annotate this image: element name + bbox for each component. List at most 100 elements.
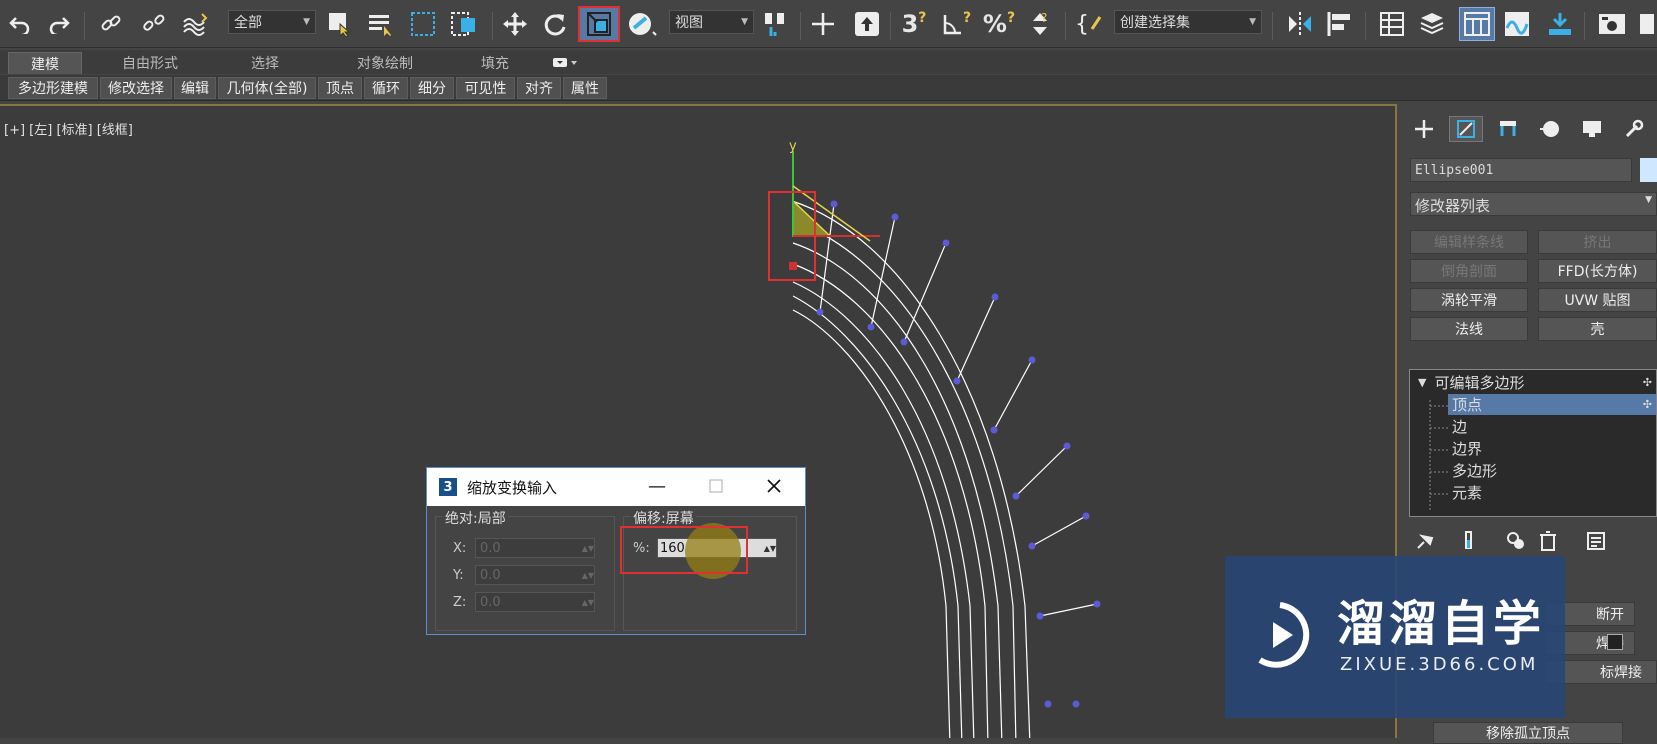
svg-text:?: ? xyxy=(1041,11,1047,25)
undo-icon[interactable] xyxy=(6,10,34,38)
snap-3d-icon[interactable]: 3? xyxy=(897,10,931,38)
placement-icon[interactable] xyxy=(626,10,658,38)
modifier-stack: ▼ 可编辑多边形 ✣ 顶点 ✣ 边 边界 多边形 元素 xyxy=(1409,369,1657,517)
absolute-group-title: 绝对:局部 xyxy=(443,508,508,528)
panel-modify-selection[interactable]: 修改选择 xyxy=(100,77,172,99)
stack-item-edge[interactable]: 边 xyxy=(1448,416,1467,437)
panel-properties[interactable]: 属性 xyxy=(563,77,607,99)
mirror-icon[interactable] xyxy=(1284,10,1316,38)
link-icon[interactable] xyxy=(97,10,125,38)
x-label: X: xyxy=(453,541,467,556)
render-setup-icon[interactable] xyxy=(1595,10,1629,38)
percent-snap-icon[interactable]: %? xyxy=(982,10,1016,38)
shell-button[interactable]: 壳 xyxy=(1538,317,1657,341)
maximize-icon[interactable] xyxy=(704,474,728,498)
unlink-icon[interactable] xyxy=(140,10,168,38)
panel-subdivision[interactable]: 细分 xyxy=(410,77,454,99)
object-name-field[interactable]: Ellipse001 xyxy=(1410,158,1632,182)
x-field[interactable]: 0.0 ▲▼ xyxy=(475,538,595,558)
show-end-result-icon[interactable] xyxy=(1457,530,1481,554)
gizmo-toggle-icon[interactable]: ✣ xyxy=(1643,376,1652,389)
hierarchy-tab-icon[interactable] xyxy=(1491,116,1525,142)
ribbon-tab-selection[interactable]: 选择 xyxy=(230,52,300,74)
wireframe-mesh[interactable]: y xyxy=(0,106,1395,738)
dialog-titlebar[interactable]: 3 缩放变换输入 — xyxy=(427,468,805,506)
stack-item-polygon[interactable]: 多边形 xyxy=(1448,460,1497,481)
utilities-tab-icon[interactable] xyxy=(1617,116,1651,142)
y-label: Y: xyxy=(453,568,464,583)
axis-y-label: y xyxy=(789,139,797,154)
stack-item-border[interactable]: 边界 xyxy=(1448,438,1482,459)
scale-transform-dialog: 3 缩放变换输入 — 绝对:局部 X: 0.0 ▲▼ Y: 0.0 ▲▼ Z: 0.… xyxy=(426,467,806,635)
pin-stack-icon[interactable] xyxy=(1414,530,1438,554)
motion-tab-icon[interactable] xyxy=(1533,116,1567,142)
remove-modifier-icon[interactable] xyxy=(1537,530,1561,554)
make-unique-icon[interactable] xyxy=(1505,530,1529,554)
scene-explorer-icon[interactable] xyxy=(1376,10,1408,38)
select-by-name-icon[interactable] xyxy=(366,10,396,38)
turbosmooth-button[interactable]: 涡轮平滑 xyxy=(1410,288,1528,312)
ribbon-tab-populate[interactable]: 填充 xyxy=(470,52,520,74)
schematic-icon[interactable] xyxy=(1544,10,1576,38)
extrude-button[interactable]: 挤出 xyxy=(1538,230,1657,254)
ffd-box-button[interactable]: FFD(长方体) xyxy=(1538,259,1657,283)
stack-item-vertex[interactable]: 顶点 ✣ xyxy=(1448,394,1656,415)
spinner-snap-icon[interactable]: ? xyxy=(1023,10,1057,38)
panel-visibility[interactable]: 可见性 xyxy=(456,77,515,99)
redo-icon[interactable] xyxy=(45,10,73,38)
pivot-icon[interactable] xyxy=(760,10,792,38)
stack-root-item[interactable]: ▼ 可编辑多边形 ✣ xyxy=(1418,372,1656,393)
bind-spacewarp-icon[interactable] xyxy=(181,10,211,38)
display-tab-icon[interactable] xyxy=(1575,116,1609,142)
angle-snap-icon[interactable]: ? xyxy=(940,10,974,38)
named-selection-dropdown[interactable]: 创建选择集 ▼ xyxy=(1114,10,1262,34)
ribbon-options-icon[interactable] xyxy=(548,52,582,74)
ribbon-tab-modeling[interactable]: 建模 xyxy=(8,52,82,74)
ribbon-icon[interactable] xyxy=(1459,7,1495,41)
move-icon[interactable] xyxy=(500,10,530,38)
viewport-label[interactable]: [+] [左] [标准] [线框] xyxy=(4,119,133,138)
selection-filter-dropdown[interactable]: 全部 ▼ xyxy=(228,10,316,34)
reference-coord-dropdown[interactable]: 视图 ▼ xyxy=(669,10,754,34)
configure-sets-icon[interactable] xyxy=(1585,530,1609,554)
panel-edit[interactable]: 编辑 xyxy=(174,77,216,99)
rect-region-icon[interactable] xyxy=(408,10,438,38)
ribbon-tab-freeform[interactable]: 自由形式 xyxy=(110,52,190,74)
play-logo-icon xyxy=(1258,602,1310,668)
close-icon[interactable] xyxy=(762,474,786,498)
ribbon-tab-object-paint[interactable]: 对象绘制 xyxy=(340,52,430,74)
panel-align[interactable]: 对齐 xyxy=(517,77,561,99)
watermark-url: ZIXUE.3D66.COM xyxy=(1340,654,1539,675)
modify-tab-icon[interactable] xyxy=(1449,116,1483,142)
object-color-swatch[interactable] xyxy=(1640,158,1657,182)
curve-editor-icon[interactable] xyxy=(1501,10,1533,38)
viewport-left[interactable]: y xyxy=(0,104,1397,738)
manipulate-icon[interactable] xyxy=(808,10,838,38)
align-icon[interactable] xyxy=(1325,10,1357,38)
weld-settings-icon[interactable] xyxy=(1607,634,1623,650)
bevel-profile-button[interactable]: 倒角剖面 xyxy=(1410,259,1528,283)
create-tab-icon[interactable] xyxy=(1407,116,1441,142)
select-object-icon[interactable] xyxy=(325,10,353,38)
remove-isolated-vertices-button[interactable]: 移除孤立顶点 xyxy=(1433,722,1623,744)
window-crossing-icon[interactable] xyxy=(448,10,480,38)
uvw-map-button[interactable]: UVW 贴图 xyxy=(1538,288,1657,312)
edit-spline-button[interactable]: 编辑样条线 xyxy=(1410,230,1528,254)
modifier-list-dropdown[interactable]: 修改器列表 ▼ xyxy=(1410,192,1657,216)
render-icon[interactable] xyxy=(1636,10,1656,38)
minimize-icon[interactable]: — xyxy=(645,474,669,498)
panel-loops[interactable]: 循环 xyxy=(364,77,408,99)
keyboard-shortcut-icon[interactable] xyxy=(852,10,882,38)
z-field[interactable]: 0.0 ▲▼ xyxy=(475,592,595,612)
rotate-icon[interactable] xyxy=(540,10,570,38)
stack-item-element[interactable]: 元素 xyxy=(1448,482,1482,503)
panel-vertices[interactable]: 顶点 xyxy=(318,77,362,99)
panel-polygon-modeling[interactable]: 多边形建模 xyxy=(8,77,98,99)
gizmo-toggle-icon[interactable]: ✣ xyxy=(1643,398,1652,411)
y-field[interactable]: 0.0 ▲▼ xyxy=(475,565,595,585)
scale-icon[interactable] xyxy=(578,6,620,42)
panel-geometry-all[interactable]: 几何体(全部) xyxy=(218,77,316,99)
normal-button[interactable]: 法线 xyxy=(1410,317,1528,341)
named-selection-icon[interactable]: { xyxy=(1072,10,1110,38)
layer-explorer-icon[interactable] xyxy=(1416,10,1448,38)
